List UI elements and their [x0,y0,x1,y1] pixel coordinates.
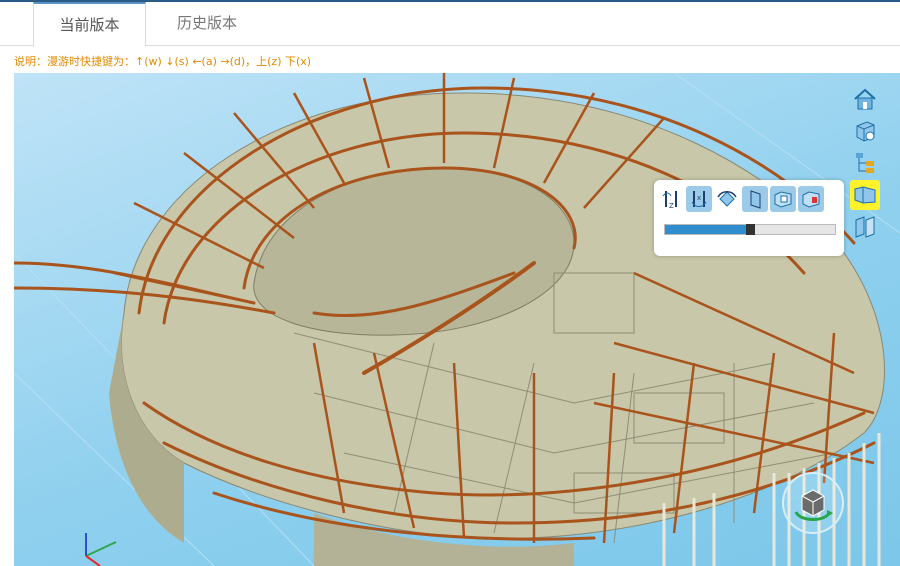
rotate-z-icon[interactable]: Z [658,186,684,212]
section-icon[interactable] [850,212,880,242]
roam-icon[interactable] [850,180,880,210]
version-tabs: 当前版本 历史版本 [0,2,900,47]
viewer-toolbar [844,80,884,240]
speed-slider-handle[interactable] [746,224,755,235]
rotate-x-icon[interactable]: x [686,186,712,212]
axes-indicator [85,533,117,566]
flag-icon[interactable] [742,186,768,212]
view-cube[interactable] [780,470,846,536]
svg-text:x: x [697,194,701,202]
home-icon[interactable] [850,84,880,114]
speed-slider[interactable] [664,224,836,235]
roam-panel: Z x [654,180,844,256]
box-view-icon[interactable] [850,116,880,146]
building-model[interactable] [14,73,900,566]
tree-icon[interactable] [850,148,880,178]
camera-front-icon[interactable] [770,186,796,212]
speed-slider-fill [665,225,750,234]
model-viewport[interactable] [14,73,900,566]
tab-history-version[interactable]: 历史版本 [162,2,252,44]
shortcut-note: 说明：漫游时快捷键为：↑(w) ↓(s) ←(a) →(d)，上(z) 下(x) [14,55,312,68]
camera-side-icon[interactable] [798,186,824,212]
tab-current-version[interactable]: 当前版本 [33,2,146,47]
orbit-icon[interactable] [714,186,740,212]
svg-text:Z: Z [669,202,674,210]
